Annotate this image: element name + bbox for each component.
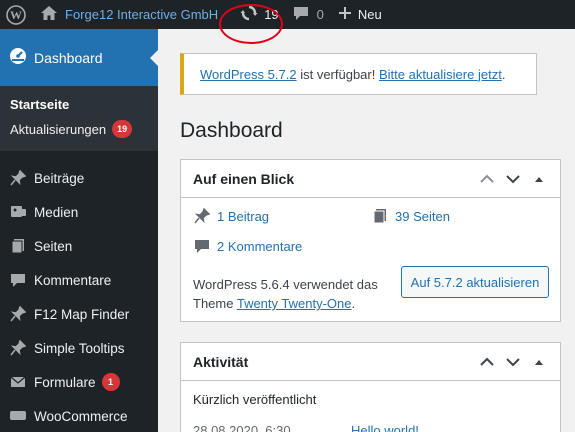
menu-woocommerce[interactable]: WooCommerce: [0, 399, 158, 432]
notice-text: ist verfügbar!: [296, 66, 379, 82]
pin-icon: [193, 208, 211, 224]
menu-beitraege-label: Beiträge: [34, 170, 85, 186]
pages-icon: [8, 238, 28, 254]
activity-date: 28.08.2020, 6:30: [193, 423, 291, 432]
version-end: .: [351, 296, 356, 311]
update-icon: [240, 4, 258, 25]
pin-icon: [8, 340, 28, 356]
move-down-icon[interactable]: [500, 166, 526, 192]
submenu-startseite[interactable]: Startseite: [0, 93, 158, 116]
home-icon: [40, 5, 58, 24]
pin-icon: [8, 306, 28, 322]
menu-seiten[interactable]: Seiten: [0, 229, 158, 263]
glance-header: Auf einen Blick: [181, 160, 560, 198]
update-wordpress-button[interactable]: Auf 5.7.2 aktualisieren: [401, 266, 549, 298]
menu-woocommerce-label: WooCommerce: [34, 408, 128, 424]
recently-published-heading: Kürzlich veröffentlicht: [193, 392, 317, 407]
glance-controls: [474, 160, 552, 197]
menu-kommentare[interactable]: Kommentare: [0, 263, 158, 297]
version-info: WordPress 5.6.4 verwendet das Theme Twen…: [193, 275, 383, 313]
formulare-badge: 1: [101, 373, 120, 391]
theme-link[interactable]: Twenty Twenty-One: [237, 296, 352, 311]
menu-simple-tooltips[interactable]: Simple Tooltips: [0, 331, 158, 365]
dashboard-gauge-icon: [9, 47, 27, 68]
glance-title: Auf einen Blick: [193, 170, 295, 187]
comment-icon: [193, 238, 211, 254]
at-a-glance-widget: Auf einen Blick 1 Beitrag 39 Seiten 2 Ko…: [180, 159, 561, 322]
menu-list: Beiträge Medien Seiten Kommentare F12 Ma…: [0, 151, 158, 432]
pages-link[interactable]: 39 Seiten: [395, 209, 450, 224]
submenu-aktualisierungen[interactable]: Aktualisierungen 19: [0, 116, 158, 142]
site-name: Forge12 Interactive GmbH: [65, 7, 219, 22]
menu-f12-map-finder[interactable]: F12 Map Finder: [0, 297, 158, 331]
menu-formulare[interactable]: Formulare 1: [0, 365, 158, 399]
wordpress-logo-icon[interactable]: W: [0, 0, 32, 29]
admin-bar: W Forge12 Interactive GmbH 19 0 Neu: [0, 0, 575, 29]
menu-formulare-label: Formulare: [34, 374, 96, 390]
updates-badge: 19: [112, 120, 133, 138]
collapse-toggle-icon[interactable]: [526, 349, 552, 375]
update-notice: WordPress 5.7.2 ist verfügbar! Bitte akt…: [180, 53, 537, 95]
menu-medien-label: Medien: [34, 204, 79, 220]
activity-post-link[interactable]: Hello world!: [351, 423, 419, 432]
updates-count: 19: [264, 7, 279, 22]
new-label: Neu: [357, 7, 382, 22]
menu-kommentare-label: Kommentare: [34, 272, 112, 288]
menu-simple-tooltips-label: Simple Tooltips: [34, 340, 125, 356]
activity-header: Aktivität: [181, 343, 560, 381]
glance-comments: 2 Kommentare: [193, 238, 302, 254]
menu-medien[interactable]: Medien: [0, 195, 158, 229]
menu-seiten-label: Seiten: [34, 238, 73, 254]
activity-widget: Aktivität Kürzlich veröffentlicht 28.08.…: [180, 342, 561, 432]
activity-title: Aktivität: [193, 353, 249, 370]
mail-icon: [8, 375, 28, 389]
collapse-toggle-icon[interactable]: [526, 166, 552, 192]
move-up-icon[interactable]: [474, 349, 500, 375]
admin-sidebar: Dashboard Startseite Aktualisierungen 19…: [0, 29, 158, 432]
submenu-aktualisierungen-label: Aktualisierungen: [10, 121, 107, 137]
pin-icon: [8, 170, 28, 186]
comments-link[interactable]: 2 Kommentare: [217, 239, 302, 254]
svg-text:W: W: [10, 8, 22, 22]
glance-posts: 1 Beitrag: [193, 208, 269, 224]
menu-beitraege[interactable]: Beiträge: [0, 161, 158, 195]
submenu-startseite-label: Startseite: [10, 97, 70, 112]
updates-link[interactable]: 19: [233, 0, 285, 29]
plus-icon: [338, 6, 352, 23]
comments-count: 0: [316, 7, 324, 22]
move-up-icon[interactable]: [474, 166, 500, 192]
comment-icon: [8, 272, 28, 288]
notice-end: .: [501, 66, 506, 82]
page-title: Dashboard: [180, 119, 283, 142]
move-down-icon[interactable]: [500, 349, 526, 375]
menu-dashboard[interactable]: Dashboard: [0, 29, 158, 86]
comments-link[interactable]: 0: [286, 0, 331, 29]
activity-controls: [474, 343, 552, 380]
site-name-link[interactable]: Forge12 Interactive GmbH: [32, 0, 225, 29]
main-content: WordPress 5.7.2 ist verfügbar! Bitte akt…: [158, 29, 575, 432]
glance-pages: 39 Seiten: [371, 208, 450, 224]
new-content-link[interactable]: Neu: [331, 0, 389, 29]
menu-dashboard-label: Dashboard: [34, 49, 103, 66]
woo-icon: [8, 409, 28, 423]
wordpress-version-link[interactable]: WordPress 5.7.2: [200, 67, 297, 82]
pages-icon: [371, 208, 389, 224]
dashboard-submenu: Startseite Aktualisierungen 19: [0, 86, 158, 151]
posts-link[interactable]: 1 Beitrag: [217, 209, 269, 224]
media-icon: [8, 204, 28, 220]
update-now-link[interactable]: Bitte aktualisiere jetzt: [379, 67, 502, 82]
comment-icon: [293, 5, 309, 24]
menu-f12-map-finder-label: F12 Map Finder: [34, 306, 130, 322]
